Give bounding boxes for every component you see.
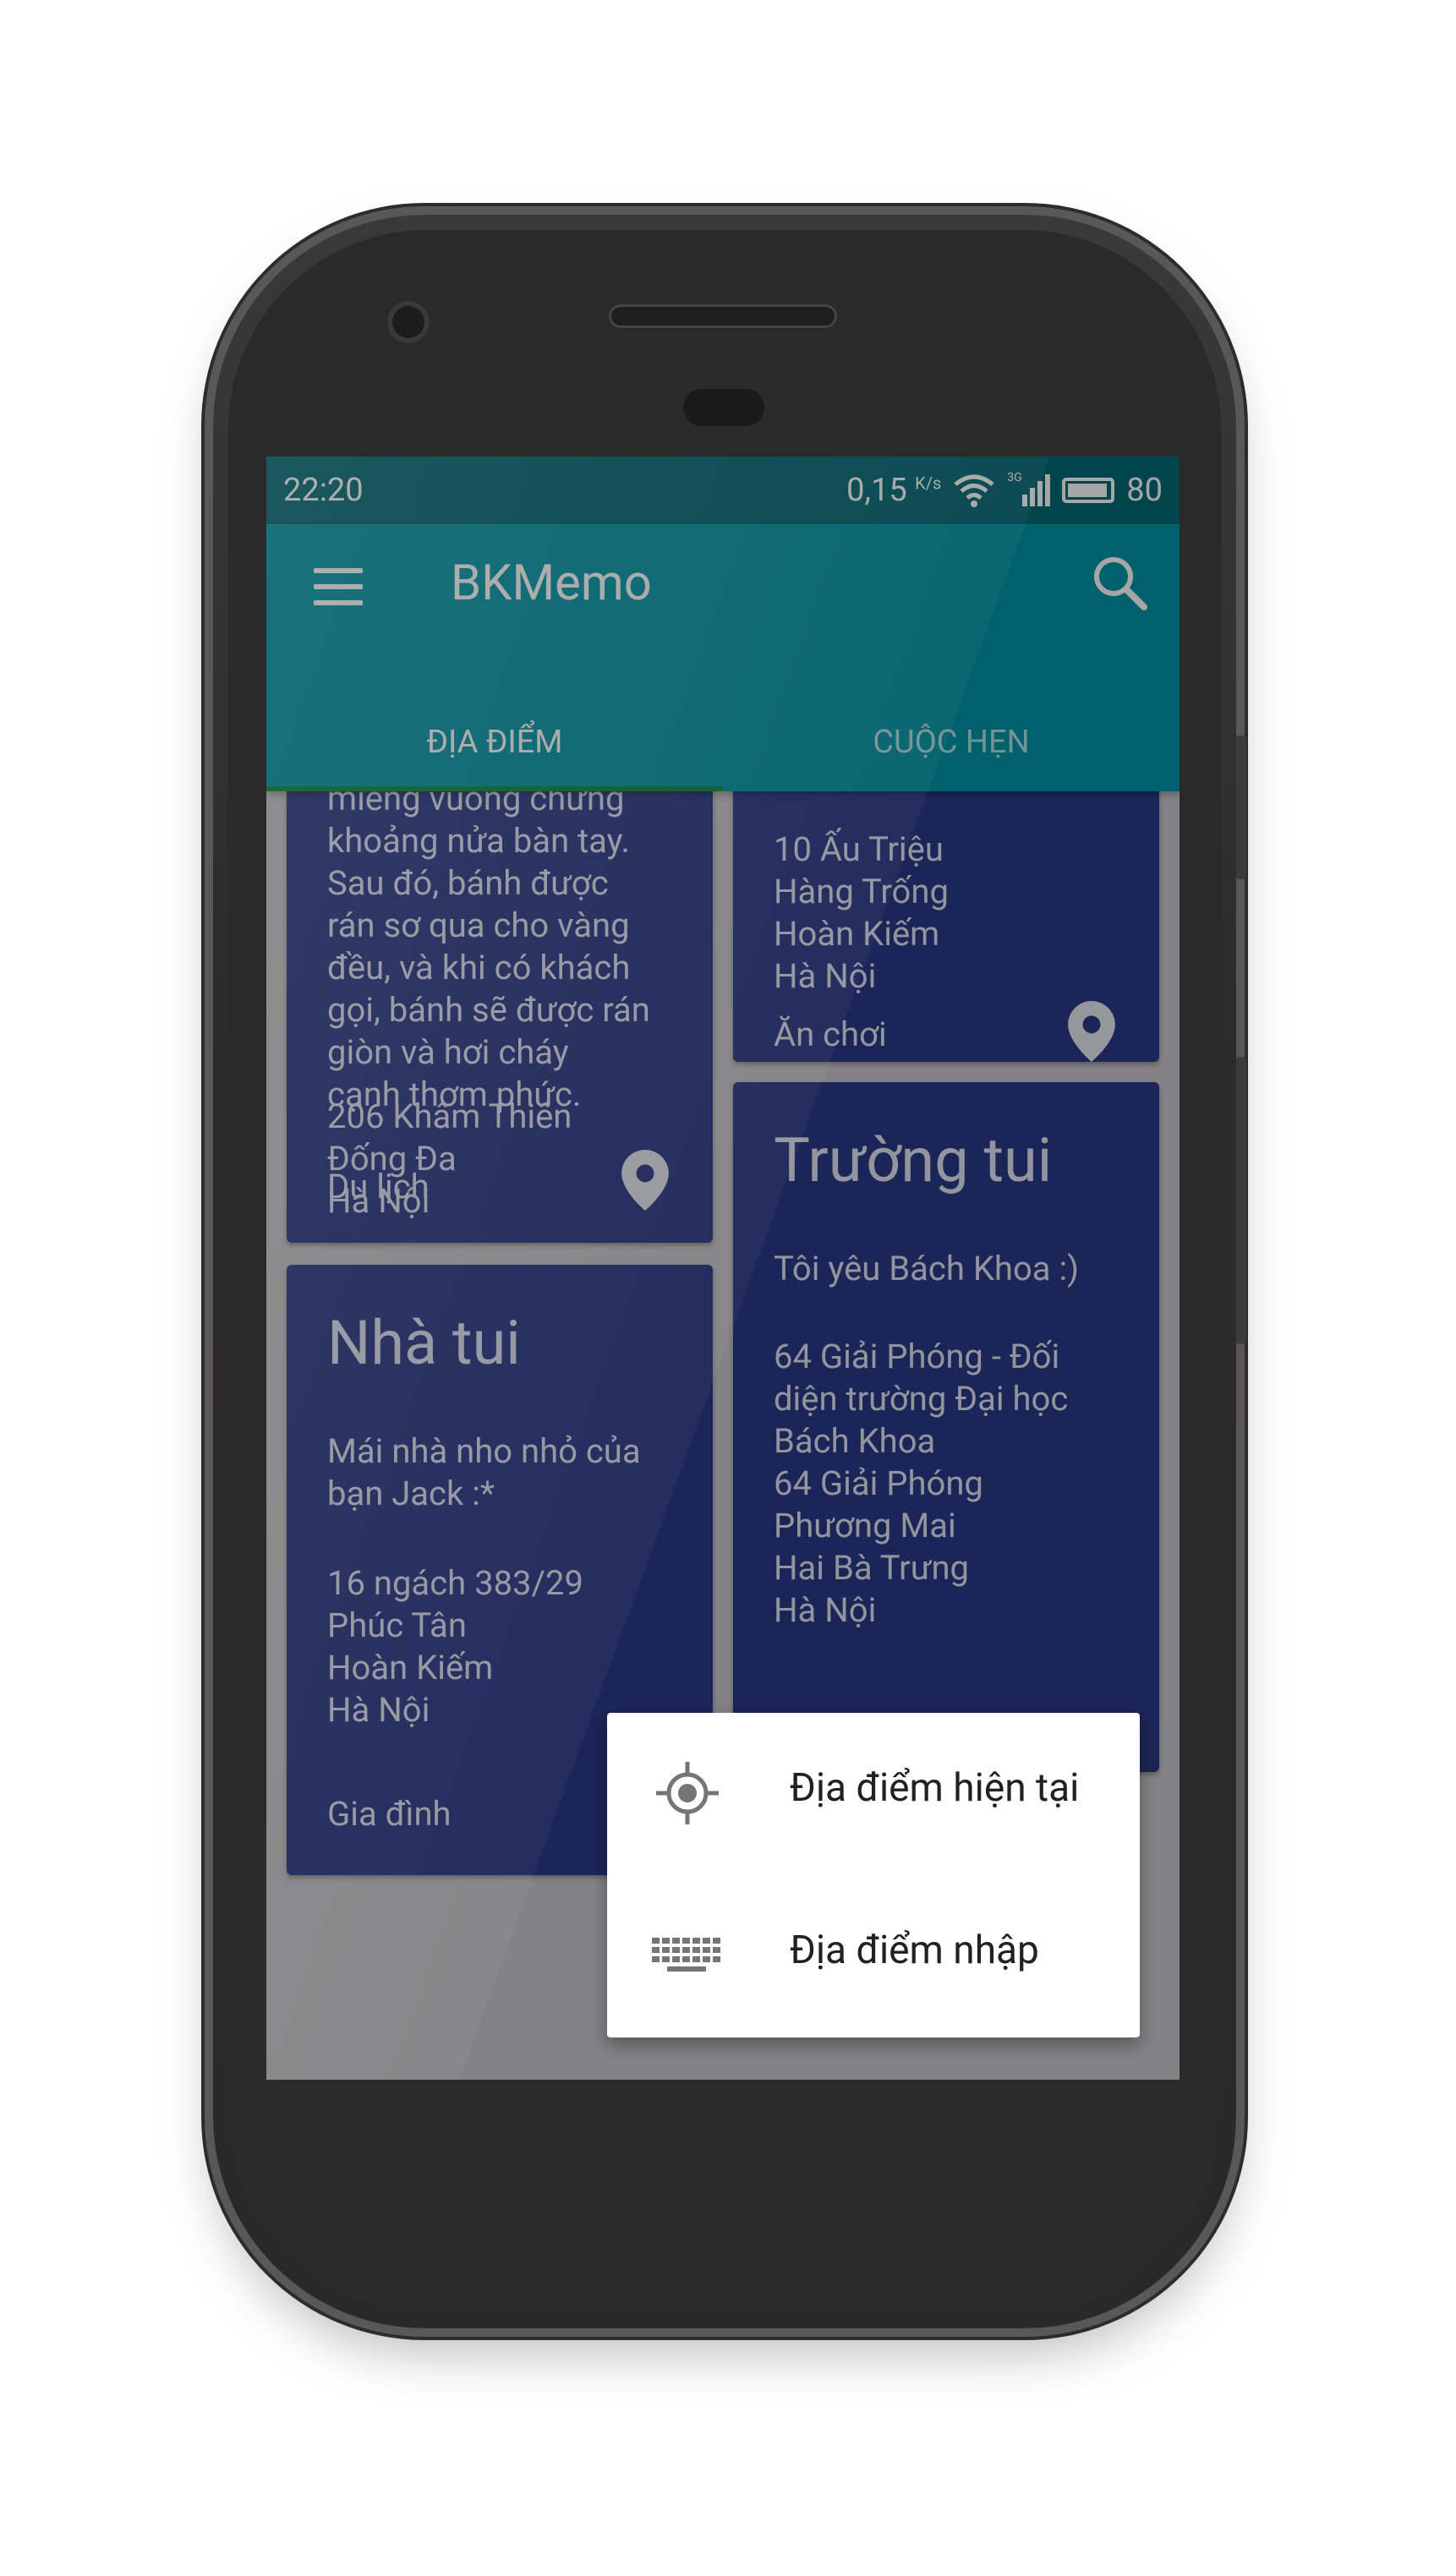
menu-item-label: Địa điểm hiện tại	[790, 1765, 1080, 1811]
keyboard-icon	[652, 1938, 720, 1972]
screen: miếng vuông chừng khoảng nửa bàn tay. Sa…	[266, 457, 1180, 2080]
menu-item-label: Địa điểm nhập	[790, 1928, 1039, 1973]
volume-button	[1236, 1057, 1246, 1344]
gps-target-icon	[656, 1762, 719, 1824]
proximity-sensor	[683, 389, 764, 426]
menu-item-current-location[interactable]: Địa điểm hiện tại	[607, 1713, 1140, 1875]
menu-item-manual-location[interactable]: Địa điểm nhập	[607, 1875, 1140, 2037]
front-camera	[387, 301, 430, 343]
add-location-menu: Địa điểm hiện tại Địa điểm nhập	[607, 1713, 1140, 2037]
power-button	[1236, 736, 1246, 879]
earpiece	[609, 304, 837, 328]
